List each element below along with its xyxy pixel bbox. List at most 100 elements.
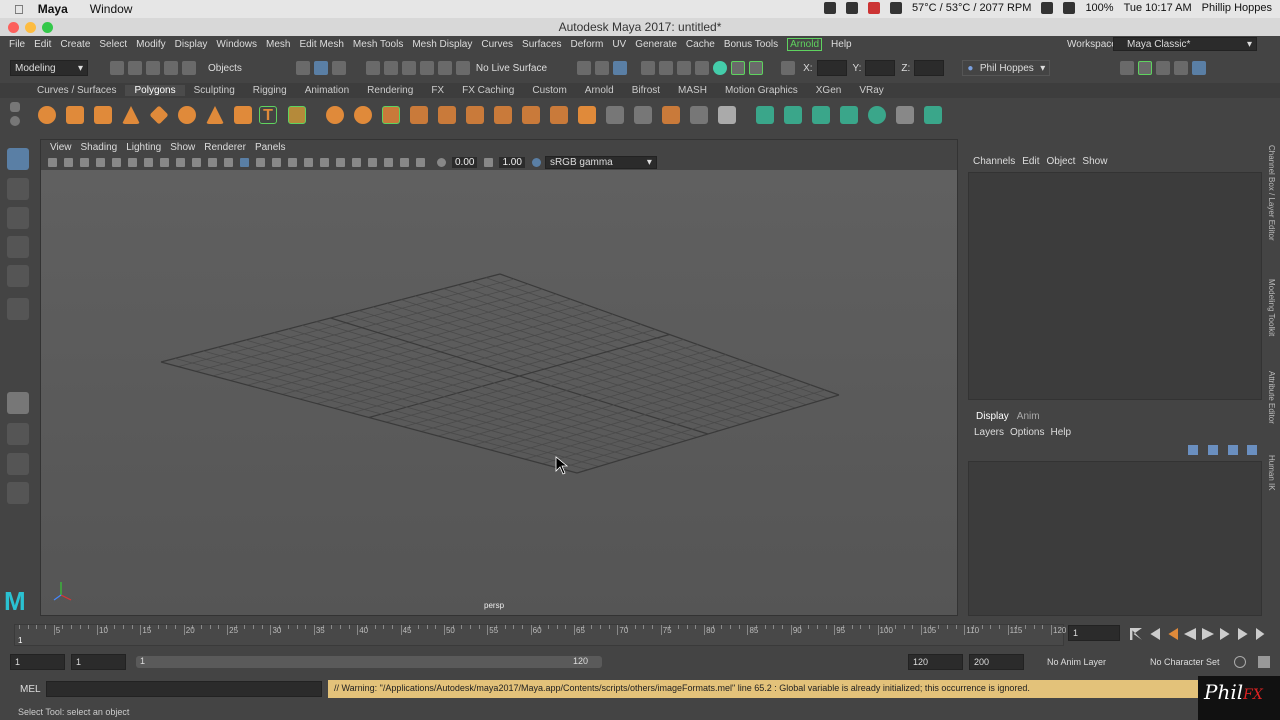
select-tool-icon[interactable] (7, 148, 29, 170)
menu-mesh-tools[interactable]: Mesh Tools (353, 39, 403, 50)
shelf-tab-sculpting[interactable]: Sculpting (185, 85, 244, 96)
shelf-tab-fx-caching[interactable]: FX Caching (453, 85, 523, 96)
animation-end-field[interactable]: 200 (969, 654, 1024, 670)
shelf-tab-bifrost[interactable]: Bifrost (623, 85, 669, 96)
time-slider-track[interactable]: 1 5 10 15 20 25 30 35 40 45 50 55 60 65 70 75 80 85 90 95 1… (14, 624, 1066, 646)
separate-icon[interactable] (354, 106, 372, 124)
vp-menu-show[interactable]: Show (170, 142, 195, 153)
text-tool-icon[interactable]: T (259, 106, 277, 124)
xray-icon[interactable] (384, 157, 393, 167)
display-icon[interactable] (1041, 2, 1054, 14)
channel-list[interactable] (968, 172, 1262, 400)
lasso-tool-icon[interactable] (7, 178, 29, 200)
playback-end-field[interactable]: 120 (908, 654, 963, 670)
status-icon[interactable] (889, 2, 902, 14)
step-forward-icon[interactable] (1220, 628, 1230, 640)
move-layer-down-icon[interactable] (1208, 445, 1218, 455)
viewport-canvas[interactable]: persp (41, 170, 957, 615)
make-live-icon[interactable] (455, 61, 470, 75)
menu-edit-mesh[interactable]: Edit Mesh (299, 39, 343, 50)
menu-display[interactable]: Display (175, 39, 208, 50)
poly-cylinder-icon[interactable] (94, 106, 112, 124)
image-plane-icon[interactable] (96, 157, 105, 167)
snap-view-icon[interactable] (419, 61, 434, 75)
render-view-icon[interactable] (577, 61, 592, 75)
user-name[interactable]: Phillip Hoppes (1202, 2, 1272, 14)
tool-settings-icon[interactable] (1156, 61, 1171, 75)
shelf-menu-icon[interactable] (10, 102, 20, 112)
gamma-field[interactable]: 1.00 (499, 156, 525, 168)
target-weld-icon[interactable] (634, 106, 652, 124)
shelf-settings-icon[interactable] (10, 116, 20, 126)
color-management-icon[interactable] (531, 157, 541, 167)
mirror-icon[interactable] (718, 106, 736, 124)
auto-key-icon[interactable] (1234, 656, 1246, 668)
status-icon[interactable] (823, 2, 836, 14)
command-input[interactable] (46, 681, 322, 697)
step-forward-key-icon[interactable] (1238, 628, 1248, 640)
play-backward-icon[interactable] (1184, 628, 1196, 640)
shelf-tab-curves[interactable]: Curves / Surfaces (28, 85, 125, 96)
ipr-icon[interactable] (677, 61, 692, 75)
arnold-view-icon[interactable] (731, 61, 746, 75)
smooth-shade-icon[interactable] (256, 157, 265, 167)
menu-edit[interactable]: Edit (34, 39, 51, 50)
multi-cut-icon[interactable] (606, 106, 624, 124)
apple-icon[interactable]:  (14, 2, 24, 17)
camera-attr-icon[interactable] (64, 157, 73, 167)
vp-menu-lighting[interactable]: Lighting (126, 142, 161, 153)
range-slider-bar[interactable]: 1 120 (136, 656, 602, 668)
status-icon[interactable] (845, 2, 858, 14)
zoom-icon[interactable] (42, 22, 53, 33)
select-object-icon[interactable] (313, 61, 328, 75)
menu-mesh[interactable]: Mesh (266, 39, 290, 50)
shelf-tab-arnold[interactable]: Arnold (576, 85, 623, 96)
shelf-tab-mash[interactable]: MASH (669, 85, 716, 96)
range-handle-end[interactable]: 120 (573, 656, 588, 666)
retopo-icon[interactable] (438, 106, 456, 124)
color-space-dropdown[interactable]: sRGB gamma ▾ (544, 155, 657, 169)
status-icon[interactable] (867, 2, 880, 14)
menu-deform[interactable]: Deform (571, 39, 604, 50)
open-scene-icon[interactable] (128, 61, 142, 75)
gamma-icon[interactable] (484, 157, 494, 167)
layer-editor-icon[interactable] (1192, 61, 1207, 75)
menu-modify[interactable]: Modify (136, 39, 165, 50)
snap-point-icon[interactable] (401, 61, 416, 75)
wireframe-icon[interactable] (240, 157, 249, 167)
arnold-render-icon[interactable] (713, 61, 728, 75)
arnold-ipr-icon[interactable] (749, 61, 764, 75)
layer-menu-layers[interactable]: Layers (974, 427, 1004, 438)
range-handle-start[interactable]: 1 (140, 656, 145, 666)
remesh-icon[interactable] (410, 106, 428, 124)
vp-menu-shading[interactable]: Shading (81, 142, 118, 153)
vp-menu-view[interactable]: View (50, 142, 72, 153)
grease-pencil-icon[interactable] (112, 157, 121, 167)
exposure-icon[interactable] (437, 157, 446, 167)
rotate-tool-icon[interactable] (7, 265, 29, 287)
new-scene-icon[interactable] (110, 61, 124, 75)
animation-prefs-icon[interactable] (1258, 656, 1270, 668)
unfold-icon[interactable] (924, 106, 942, 124)
poly-torus-icon[interactable] (178, 106, 196, 124)
poly-sphere-icon[interactable] (38, 106, 56, 124)
snap-grid-icon[interactable] (365, 61, 380, 75)
poly-pipe-icon[interactable] (234, 106, 252, 124)
play-forward-icon[interactable] (1202, 628, 1214, 640)
side-tab-human-ik[interactable]: Human IK (1267, 455, 1276, 491)
clock[interactable]: Tue 10:17 AM (1124, 2, 1192, 14)
menu-mesh-display[interactable]: Mesh Display (412, 39, 472, 50)
menu-curves[interactable]: Curves (481, 39, 513, 50)
menu-file[interactable]: File (9, 39, 25, 50)
single-view-icon[interactable] (7, 392, 29, 414)
tab-anim[interactable]: Anim (1017, 411, 1040, 422)
menu-cache[interactable]: Cache (686, 39, 715, 50)
modeling-toolkit-icon[interactable] (1120, 61, 1135, 75)
layer-menu-help[interactable]: Help (1050, 427, 1071, 438)
film-gate-icon[interactable] (144, 157, 153, 167)
shelf-tab-xgen[interactable]: XGen (807, 85, 851, 96)
character-set-dropdown[interactable]: No Character Set (1150, 657, 1220, 667)
move-layer-up-icon[interactable] (1188, 445, 1198, 455)
side-tab-modeling-toolkit[interactable]: Modeling Toolkit (1267, 279, 1276, 336)
extrude-icon[interactable] (466, 106, 484, 124)
